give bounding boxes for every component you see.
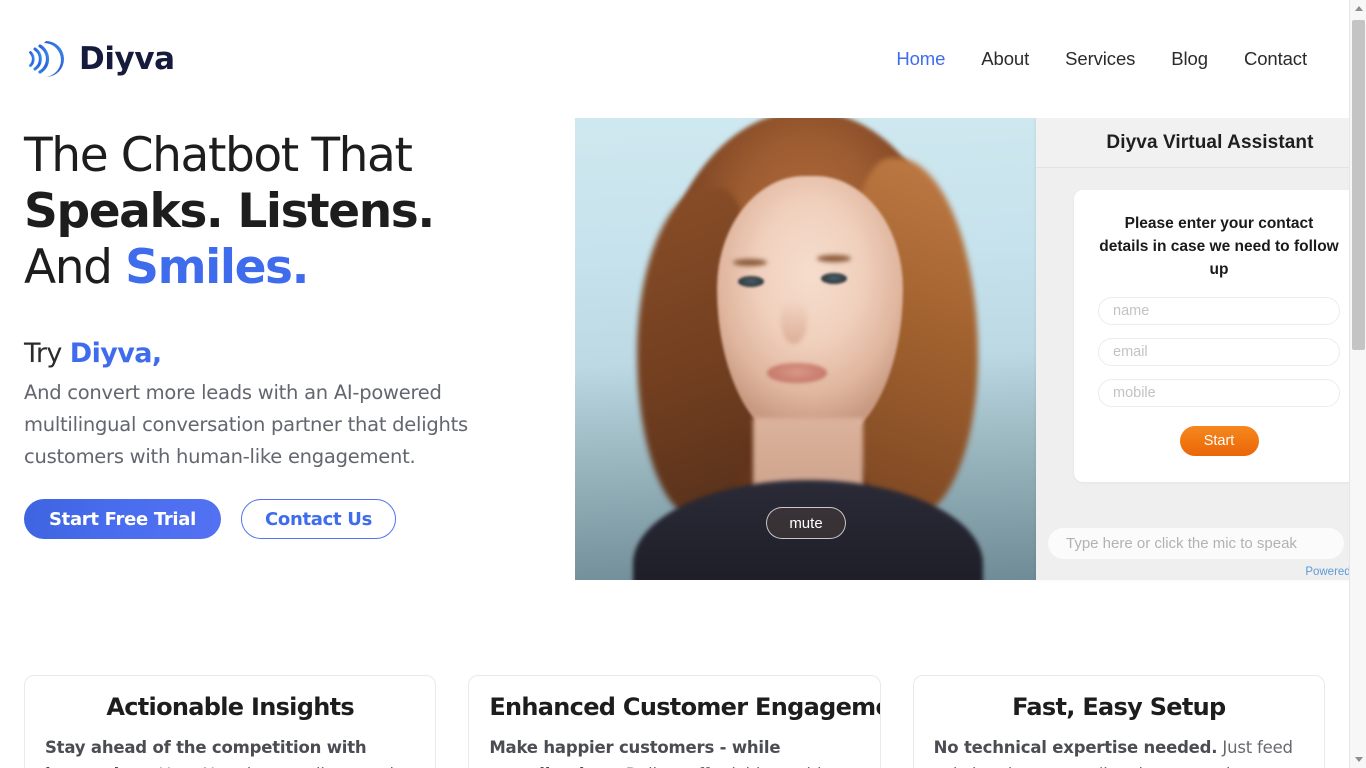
nav-item-services[interactable]: Services <box>1065 48 1135 70</box>
feature-body: No technical expertise needed. Just feed… <box>934 734 1304 768</box>
hero-title-line-1: The Chatbot That <box>24 128 413 183</box>
feature-title: Actionable Insights <box>106 693 354 721</box>
main-navigation: Home About Services Blog Contact <box>896 48 1307 70</box>
hero-title-line-3-prefix: And <box>24 240 126 295</box>
mobile-field[interactable] <box>1098 379 1340 407</box>
nav-item-home[interactable]: Home <box>896 48 945 70</box>
email-field[interactable] <box>1098 338 1340 366</box>
feature-card-fast-easy-setup: Fast, Easy Setup No technical expertise … <box>912 675 1325 768</box>
avatar-nose <box>781 300 807 344</box>
hero-section: The Chatbot That Speaks. Listens. And Sm… <box>0 118 1366 580</box>
features-section: Actionable Insights Stay ahead of the co… <box>0 675 1349 768</box>
feature-title: Enhanced Customer Engagement <box>489 693 881 721</box>
nav-item-contact[interactable]: Contact <box>1244 48 1307 70</box>
nav-item-blog[interactable]: Blog <box>1171 48 1208 70</box>
start-chat-button[interactable]: Start <box>1179 426 1259 456</box>
page-title: The Chatbot That Speaks. Listens. And Sm… <box>24 128 544 296</box>
page-scrollbar[interactable] <box>1349 0 1366 768</box>
start-button-row: Start <box>1098 426 1340 456</box>
contact-details-card: Please enter your contact details in cas… <box>1074 190 1364 482</box>
contact-us-button[interactable]: Contact Us <box>241 499 396 539</box>
scroll-down-arrow-icon[interactable] <box>1350 751 1366 768</box>
chat-widget-header: Diyva Virtual Assistant <box>1036 118 1366 168</box>
feature-body-lead: Make happier customers - while spending … <box>489 738 781 768</box>
site-header: Diyva Home About Services Blog Contact <box>0 0 1349 118</box>
feature-body-lead: Stay ahead of the competition with bette… <box>45 738 367 768</box>
hero-try-prefix: Try <box>24 338 70 369</box>
brand-logo[interactable]: Diyva <box>24 37 175 81</box>
avatar-eye-left <box>738 276 764 287</box>
page-root: Diyva Home About Services Blog Contact T… <box>0 0 1366 768</box>
diyva-soundwave-logo-icon <box>29 41 64 77</box>
feature-body-lead: No technical expertise needed. <box>933 738 1218 757</box>
feature-body: Make happier customers - while spending … <box>489 734 859 768</box>
chat-message-input[interactable] <box>1048 528 1344 559</box>
hero-title-line-3: And Smiles. <box>24 240 544 296</box>
hero-copy: The Chatbot That Speaks. Listens. And Sm… <box>24 128 544 539</box>
virtual-assistant-widget: Diyva Virtual Assistant Please enter you… <box>1036 118 1366 580</box>
avatar-face <box>717 176 903 444</box>
chat-widget-title: Diyva Virtual Assistant <box>1106 131 1314 153</box>
scroll-up-arrow-icon[interactable] <box>1350 0 1366 17</box>
avatar-brow-left <box>733 259 767 266</box>
scrollbar-thumb[interactable] <box>1352 20 1365 350</box>
mute-button[interactable]: mute <box>766 507 846 539</box>
feature-title: Fast, Easy Setup <box>1012 693 1226 721</box>
avatar-video-player[interactable]: mute <box>575 118 1037 580</box>
feature-card-actionable-insights: Actionable Insights Stay ahead of the co… <box>24 675 437 768</box>
feature-card-enhanced-customer-engagement: Enhanced Customer Engagement Make happie… <box>468 675 881 768</box>
chat-widget-footer: Powered by Diyva <box>1036 528 1366 580</box>
avatar-lips <box>767 363 827 383</box>
brand-name: Diyva <box>79 41 175 77</box>
hero-title-line-2: Speaks. Listens. <box>24 184 435 239</box>
avatar-eye-right <box>821 273 847 284</box>
hero-title-accent: Smiles. <box>125 240 309 295</box>
start-free-trial-button[interactable]: Start Free Trial <box>24 499 221 539</box>
hero-try-line: Try Diyva, <box>24 338 544 369</box>
avatar-brow-right <box>817 255 851 262</box>
chat-widget-body: Please enter your contact details in cas… <box>1036 168 1366 528</box>
hero-subtitle: And convert more leads with an AI-powere… <box>24 381 468 468</box>
nav-item-about[interactable]: About <box>981 48 1029 70</box>
hero-actions: Start Free Trial Contact Us <box>24 499 544 539</box>
feature-body: Stay ahead of the competition with bette… <box>45 734 415 768</box>
contact-prompt-text: Please enter your contact details in cas… <box>1099 215 1339 278</box>
hero-try-brand: Diyva, <box>69 338 162 369</box>
name-field[interactable] <box>1098 297 1340 325</box>
